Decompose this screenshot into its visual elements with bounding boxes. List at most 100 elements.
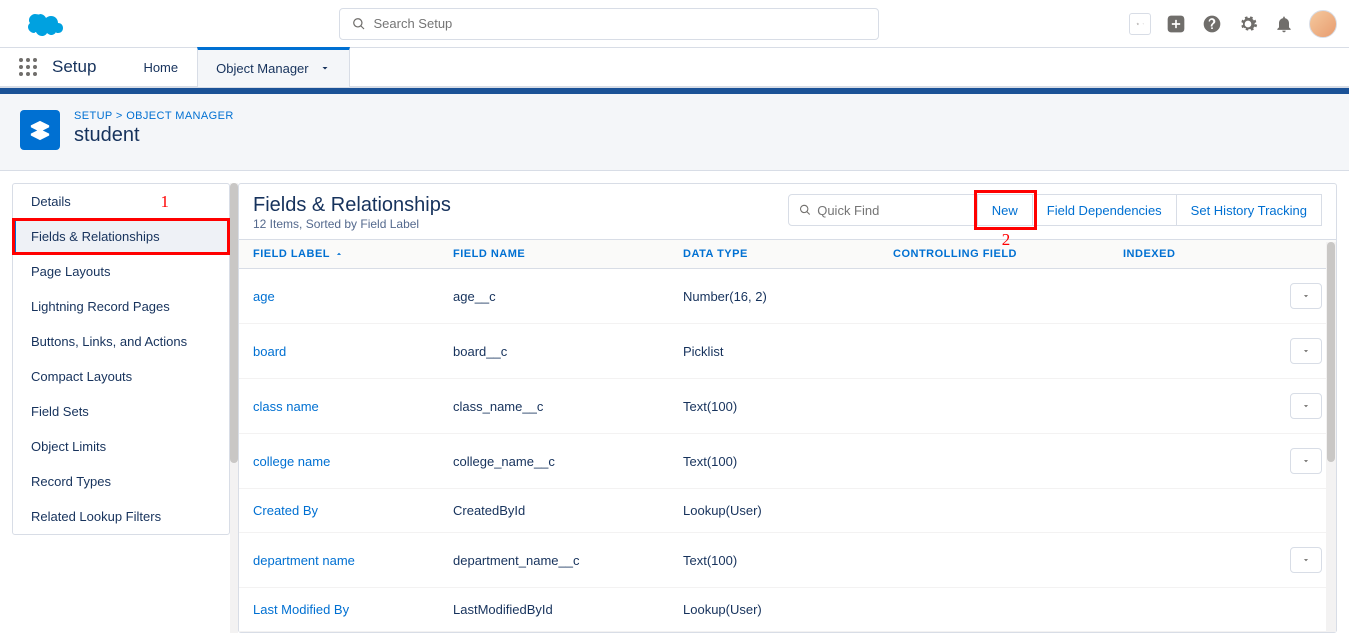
- col-field-label[interactable]: FIELD LABEL: [253, 248, 453, 260]
- add-button[interactable]: [1165, 13, 1187, 35]
- field-label-link[interactable]: board: [253, 344, 453, 359]
- row-actions-button[interactable]: [1290, 393, 1322, 419]
- table-row: boardboard__cPicklist: [239, 324, 1336, 379]
- app-launcher-icon[interactable]: [18, 57, 38, 77]
- chevron-down-icon: [1301, 291, 1311, 301]
- table-row: department namedepartment_name__cText(10…: [239, 533, 1336, 588]
- tab-home-label: Home: [143, 60, 178, 75]
- field-name: age__c: [453, 289, 683, 304]
- chevron-down-icon: [1301, 555, 1311, 565]
- tab-object-manager-label: Object Manager: [216, 61, 309, 76]
- main-subtitle: 12 Items, Sorted by Field Label: [253, 217, 451, 231]
- table-row: class nameclass_name__cText(100): [239, 379, 1336, 434]
- page-title: student: [74, 124, 234, 147]
- sidebar-scrollbar[interactable]: [230, 183, 238, 633]
- field-label-link[interactable]: Last Modified By: [253, 602, 453, 617]
- col-field-name[interactable]: FIELD NAME: [453, 248, 683, 260]
- field-type: Lookup(User): [683, 602, 893, 617]
- search-icon: [799, 203, 811, 217]
- sidebar-item-fields-relationships[interactable]: Fields & Relationships: [13, 219, 229, 254]
- set-history-tracking-label: Set History Tracking: [1191, 203, 1307, 218]
- field-name: CreatedById: [453, 503, 683, 518]
- table-row: Last Modified ByLastModifiedByIdLookup(U…: [239, 588, 1336, 632]
- row-actions-button[interactable]: [1290, 338, 1322, 364]
- sidebar-item-page-layouts[interactable]: Page Layouts: [13, 254, 229, 289]
- sidebar-item-field-sets[interactable]: Field Sets: [13, 394, 229, 429]
- top-header: [0, 0, 1349, 48]
- field-label-link[interactable]: Created By: [253, 503, 453, 518]
- row-actions-button[interactable]: [1290, 547, 1322, 573]
- fields-table: FIELD LABEL FIELD NAME DATA TYPE CONTROL…: [239, 239, 1336, 632]
- row-actions-button[interactable]: [1290, 283, 1322, 309]
- sidebar-item-buttons-links-actions[interactable]: Buttons, Links, and Actions: [13, 324, 229, 359]
- sidebar-item-related-lookup-filters[interactable]: Related Lookup Filters: [13, 499, 229, 534]
- field-label-link[interactable]: class name: [253, 399, 453, 414]
- chevron-down-icon: [1301, 456, 1311, 466]
- sidebar: Details 1 Fields & Relationships Page La…: [12, 183, 230, 535]
- field-type: Text(100): [683, 399, 893, 414]
- help-button[interactable]: [1201, 13, 1223, 35]
- sidebar-item-label: Field Sets: [31, 404, 89, 419]
- table-row: Created ByCreatedByIdLookup(User): [239, 489, 1336, 533]
- sort-asc-icon: [334, 249, 344, 259]
- col-label-text: FIELD LABEL: [253, 248, 330, 260]
- sidebar-item-label: Fields & Relationships: [31, 229, 160, 244]
- table-row: college namecollege_name__cText(100): [239, 434, 1336, 489]
- sidebar-item-object-limits[interactable]: Object Limits: [13, 429, 229, 464]
- field-label-link[interactable]: college name: [253, 454, 453, 469]
- field-label-link[interactable]: department name: [253, 553, 453, 568]
- quick-find[interactable]: [788, 194, 978, 226]
- sidebar-item-label: Related Lookup Filters: [31, 509, 161, 524]
- sidebar-item-label: Page Layouts: [31, 264, 111, 279]
- main-panel: Fields & Relationships 12 Items, Sorted …: [238, 183, 1337, 633]
- sidebar-item-details[interactable]: Details 1: [13, 184, 229, 219]
- field-name: class_name__c: [453, 399, 683, 414]
- sidebar-scrollbar-thumb[interactable]: [230, 183, 238, 463]
- col-indexed[interactable]: INDEXED: [1123, 248, 1272, 260]
- table-row: ageage__cNumber(16, 2): [239, 269, 1336, 324]
- field-name: board__c: [453, 344, 683, 359]
- field-name: college_name__c: [453, 454, 683, 469]
- sidebar-item-label: Compact Layouts: [31, 369, 132, 384]
- tab-object-manager[interactable]: Object Manager: [197, 47, 350, 87]
- sidebar-item-label: Lightning Record Pages: [31, 299, 170, 314]
- breadcrumb[interactable]: SETUP > OBJECT MANAGER: [74, 110, 234, 122]
- annotation-2: 2: [1002, 230, 1011, 250]
- field-dependencies-button[interactable]: Field Dependencies: [1033, 194, 1177, 226]
- search-icon: [352, 17, 366, 31]
- annotation-1: 1: [161, 192, 170, 212]
- sidebar-item-record-types[interactable]: Record Types: [13, 464, 229, 499]
- notifications-button[interactable]: [1273, 13, 1295, 35]
- sidebar-item-label: Record Types: [31, 474, 111, 489]
- field-dependencies-label: Field Dependencies: [1047, 203, 1162, 218]
- chevron-down-icon: [319, 62, 331, 74]
- search-input[interactable]: [374, 16, 866, 31]
- page-header: SETUP > OBJECT MANAGER student: [0, 94, 1349, 171]
- global-search[interactable]: [339, 8, 879, 40]
- quick-find-input[interactable]: [817, 203, 967, 218]
- field-name: LastModifiedById: [453, 602, 683, 617]
- set-history-tracking-button[interactable]: Set History Tracking: [1177, 194, 1322, 226]
- object-icon: [20, 110, 60, 150]
- main-scrollbar-thumb[interactable]: [1327, 242, 1335, 462]
- new-button[interactable]: New: [978, 194, 1033, 226]
- field-name: department_name__c: [453, 553, 683, 568]
- setup-gear-button[interactable]: [1237, 13, 1259, 35]
- tab-home[interactable]: Home: [124, 47, 197, 87]
- field-type: Text(100): [683, 454, 893, 469]
- sidebar-item-label: Details: [31, 194, 71, 209]
- col-data-type[interactable]: DATA TYPE: [683, 248, 893, 260]
- field-type: Text(100): [683, 553, 893, 568]
- table-header: FIELD LABEL FIELD NAME DATA TYPE CONTROL…: [239, 239, 1336, 269]
- sidebar-item-compact-layouts[interactable]: Compact Layouts: [13, 359, 229, 394]
- sidebar-item-label: Buttons, Links, and Actions: [31, 334, 187, 349]
- app-name: Setup: [52, 57, 96, 77]
- row-actions-button[interactable]: [1290, 448, 1322, 474]
- field-label-link[interactable]: age: [253, 289, 453, 304]
- salesforce-logo: [20, 8, 68, 40]
- nav-bar: Setup Home Object Manager: [0, 48, 1349, 88]
- sidebar-item-lightning-record-pages[interactable]: Lightning Record Pages: [13, 289, 229, 324]
- user-avatar[interactable]: [1309, 10, 1337, 38]
- chevron-down-icon: [1301, 346, 1311, 356]
- favorites-button[interactable]: [1129, 13, 1151, 35]
